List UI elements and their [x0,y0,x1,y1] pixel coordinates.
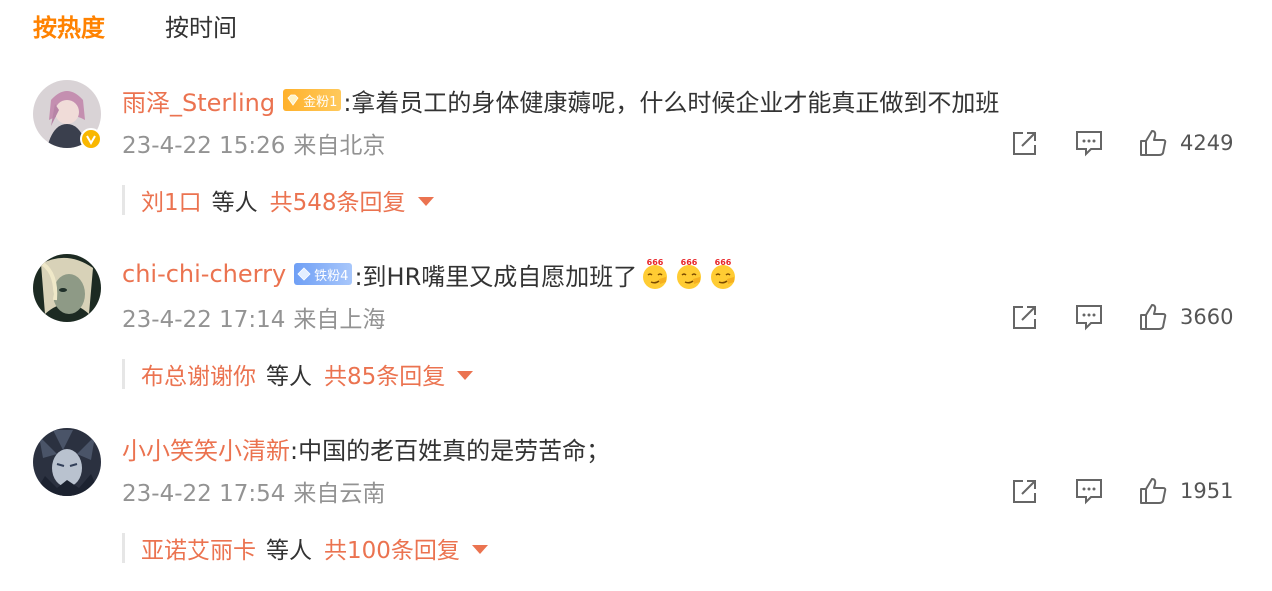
comment-text: :中国的老百姓真的是劳苦命； [290,436,611,465]
like-count: 4249 [1180,131,1234,155]
comment-line: chi-chi-cherry 铁粉4 :到HR嘴里又成自愿加班了 666 666… [122,256,739,292]
comment-time: 23-4-22 17:54 [122,481,286,507]
caret-down-icon [471,545,488,554]
reply-summary: 亚诺艾丽卡 等人 共100条回复 [122,532,488,564]
comment-icon[interactable] [1074,476,1104,506]
caret-down-icon [457,371,474,380]
emoji-666-icon: 666 [711,258,736,289]
comment-item: chi-chi-cherry 铁粉4 :到HR嘴里又成自愿加班了 666 666… [0,254,1272,428]
comment-meta: 23-4-22 17:54 来自云南 [122,474,385,508]
share-icon[interactable] [1010,128,1040,158]
share-icon[interactable] [1010,476,1040,506]
comment-location: 来自北京 [293,133,386,159]
divider [122,359,125,389]
verified-icon [80,128,102,150]
gem-icon [297,267,311,281]
like-count: 1951 [1180,479,1234,503]
fan-badge[interactable]: 金粉1 [283,89,342,111]
reply-summary: 刘1口 等人 共548条回复 [122,184,434,216]
comment-meta: 23-4-22 15:26 来自北京 [122,126,385,160]
comment-line: 小小笑笑小清新 :中国的老百姓真的是劳苦命； [122,430,610,466]
tab-by-time[interactable]: 按时间 [165,8,237,48]
like-count: 3660 [1180,305,1234,329]
avatar[interactable] [33,428,101,496]
reply-total-button[interactable]: 共100条回复 [324,531,488,565]
reply-total: 共548条回复 [269,190,406,216]
divider [122,533,125,563]
reply-etc: 等人 [211,190,258,216]
emoji-label: 666 [715,258,732,267]
comment-line: 雨泽_Sterling 金粉1 :拿着员工的身体健康薅呢，什么时候企业才能真正做… [122,82,999,118]
like-icon[interactable] [1138,128,1168,158]
comment-location: 来自云南 [293,481,386,507]
reply-users[interactable]: 亚诺艾丽卡 [141,531,256,565]
tab-by-hot[interactable]: 按热度 [33,8,105,48]
badge-label: 金粉1 [303,94,338,110]
reply-summary: 布总谢谢你 等人 共85条回复 [122,357,474,391]
comment-item: 小小笑笑小清新 :中国的老百姓真的是劳苦命； 23-4-22 17:54 来自云南… [0,428,1272,591]
badge-label: 铁粉4 [314,268,349,284]
caret-down-icon [417,197,434,206]
reply-total: 共85条回复 [324,364,446,390]
username[interactable]: chi-chi-cherry [122,260,286,288]
share-icon[interactable] [1010,302,1040,332]
comment-meta: 23-4-22 17:14 来自上海 [122,300,385,334]
comment-icon[interactable] [1074,128,1104,158]
reply-users[interactable]: 布总谢谢你 [141,357,256,391]
emoji-label: 666 [681,258,698,267]
username[interactable]: 雨泽_Sterling [122,83,275,118]
sort-tabs: 按热度 按时间 [33,8,237,48]
comment-time: 23-4-22 15:26 [122,133,286,159]
comment-text: :拿着员工的身体健康薅呢，什么时候企业才能真正做到不加班 [343,88,1000,117]
emoji-666-icon: 666 [677,258,702,289]
reply-etc: 等人 [266,364,312,390]
emoji-666-icon: 666 [643,258,668,289]
comment-actions: 1951 [1010,476,1240,506]
reply-total: 共100条回复 [324,538,460,564]
reply-users[interactable]: 刘1口 [141,183,202,217]
reply-etc: 等人 [266,538,312,564]
like-icon[interactable] [1138,476,1168,506]
comment-actions: 4249 [1010,128,1240,158]
gem-icon [287,94,299,106]
reply-total-button[interactable]: 共548条回复 [270,183,434,217]
divider [122,185,125,215]
comment-icon[interactable] [1074,302,1104,332]
comment-time: 23-4-22 17:14 [122,307,286,333]
avatar[interactable] [33,254,101,322]
comment-location: 来自上海 [293,307,386,333]
comment-item: 雨泽_Sterling 金粉1 :拿着员工的身体健康薅呢，什么时候企业才能真正做… [0,80,1272,254]
username[interactable]: 小小笑笑小清新 [122,431,290,466]
comment-text: :到HR嘴里又成自愿加班了 [354,262,638,291]
reply-total-button[interactable]: 共85条回复 [324,357,474,391]
like-icon[interactable] [1138,302,1168,332]
comment-actions: 3660 [1010,302,1240,332]
fan-badge[interactable]: 铁粉4 [294,263,353,285]
emoji-label: 666 [647,258,664,267]
